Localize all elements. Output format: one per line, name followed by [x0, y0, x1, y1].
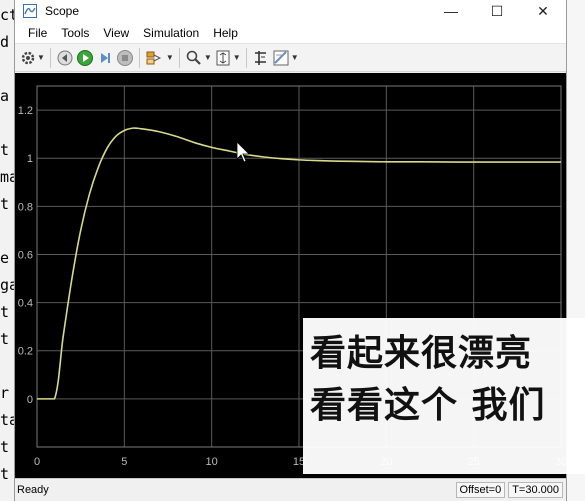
background-editor-strip: ct d a t ma t e ga t t r ta t t: [0, 0, 14, 501]
settings-button[interactable]: ▼: [20, 47, 45, 69]
zoom-icon: [186, 50, 201, 65]
video-subtitle-overlay: 看起来很漂亮 看看这个 我们: [303, 318, 585, 474]
editor-line-fragment: ga: [0, 276, 14, 294]
run-button[interactable]: [76, 47, 94, 69]
measurements-dropdown-icon: ▼: [290, 53, 299, 62]
mouse-cursor-icon: [236, 141, 250, 163]
x-tick-label: 10: [206, 456, 218, 468]
status-ready-text: Ready: [17, 484, 49, 496]
close-icon: ✕: [537, 2, 549, 19]
editor-line-fragment: t: [0, 195, 10, 213]
close-button[interactable]: ✕: [520, 0, 566, 22]
zoom-button[interactable]: ▼: [185, 47, 212, 69]
step-back-button[interactable]: [56, 47, 74, 69]
x-tick-label: 0: [34, 456, 40, 468]
editor-line-fragment: ct: [0, 6, 14, 24]
editor-line-fragment: t: [0, 330, 10, 348]
measurements-icon: [273, 50, 289, 65]
editor-line-fragment: r: [0, 384, 10, 402]
maximize-button[interactable]: ☐: [474, 0, 520, 22]
menu-tools[interactable]: Tools: [54, 26, 96, 40]
editor-line-fragment: [0, 218, 14, 245]
editor-line-fragment: [0, 110, 14, 137]
editor-line-fragment: ma: [0, 168, 14, 186]
x-tick-label: 5: [121, 456, 127, 468]
signal-cursors-icon: [254, 50, 266, 65]
status-offset: Offset=0: [455, 482, 506, 498]
scope-app-icon: [23, 4, 37, 18]
status-time: T=30.000: [508, 482, 563, 498]
toolbar-separator: [138, 47, 140, 68]
editor-line-fragment: t: [0, 438, 10, 456]
minimize-icon: —: [444, 3, 458, 19]
y-tick-label: 0.8: [18, 201, 33, 213]
y-tick-label: 1.2: [18, 105, 33, 117]
y-tick-label: 0: [27, 394, 33, 406]
stop-icon: [116, 49, 133, 66]
step-back-icon: [57, 50, 73, 65]
y-tick-label: 0.6: [18, 249, 33, 261]
y-tick-label: 0.4: [18, 298, 33, 310]
run-icon: [76, 49, 93, 66]
editor-line-fragment: t: [0, 303, 10, 321]
settings-dropdown-icon: ▼: [37, 53, 45, 62]
fit-axes-button[interactable]: ▼: [214, 47, 241, 69]
zoom-dropdown-icon: ▼: [203, 53, 212, 62]
subtitle-line: 看看这个 我们: [310, 385, 546, 426]
menu-view[interactable]: View: [96, 26, 136, 40]
highlight-button[interactable]: ▼: [145, 47, 174, 69]
menu-bar: File Tools View Simulation Help: [15, 22, 566, 44]
y-tick-label: 0.2: [18, 346, 33, 358]
stop-button[interactable]: [116, 47, 134, 69]
title-bar[interactable]: Scope — ☐ ✕: [15, 0, 566, 22]
signal-cursors-button[interactable]: [252, 47, 270, 69]
highlight-icon: [146, 51, 162, 64]
toolbar-separator: [178, 47, 180, 68]
toolbar-separator: [245, 47, 247, 68]
y-tick-label: 1: [27, 153, 33, 165]
editor-line-fragment: t: [0, 141, 10, 159]
status-bar: Ready Offset=0 T=30.000: [15, 478, 566, 501]
subtitle-line: 看起来很漂亮: [310, 333, 533, 374]
menu-help[interactable]: Help: [206, 26, 245, 40]
toolbar: ▼ ▼ ▼ ▼ ▼: [15, 44, 566, 72]
editor-line-fragment: ta: [0, 411, 14, 429]
maximize-icon: ☐: [490, 2, 504, 19]
step-forward-icon: [100, 52, 110, 63]
editor-line-fragment: e: [0, 249, 10, 267]
fit-axes-dropdown-icon: ▼: [232, 53, 241, 62]
fit-axes-icon: [216, 50, 230, 65]
toolbar-separator: [49, 47, 51, 68]
settings-icon: [21, 51, 35, 64]
editor-line-fragment: t: [0, 465, 10, 483]
editor-line-fragment: [0, 353, 14, 380]
measurements-button[interactable]: ▼: [272, 47, 299, 69]
window-title: Scope: [45, 4, 80, 18]
minimize-button[interactable]: —: [428, 0, 474, 22]
screen: ct d a t ma t e ga t t r ta t t Scope — ☐ ✕ File …: [0, 0, 585, 501]
editor-line-fragment: a: [0, 87, 10, 105]
editor-line-fragment: [0, 56, 14, 83]
menu-simulation[interactable]: Simulation: [136, 26, 206, 40]
step-forward-button[interactable]: [96, 47, 114, 69]
highlight-dropdown-icon: ▼: [165, 53, 174, 62]
editor-line-fragment: d: [0, 33, 10, 51]
menu-file[interactable]: File: [21, 26, 54, 40]
